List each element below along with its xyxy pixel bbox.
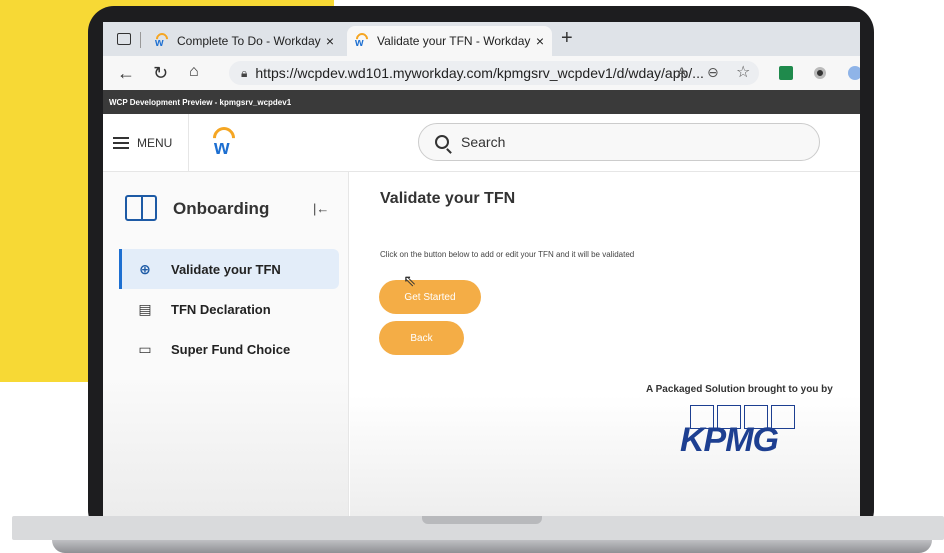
onboarding-badge-icon bbox=[125, 195, 157, 221]
onboarding-sidebar: Onboarding |← ⊕ Validate your TFN ▤ TFN … bbox=[103, 172, 349, 516]
folder-icon: ▭ bbox=[138, 340, 152, 357]
sidebar-title: Onboarding bbox=[173, 199, 270, 218]
workday-logo-icon[interactable]: w bbox=[208, 122, 240, 158]
browser-tab-validate-tfn[interactable]: w Validate your TFN - Workday × bbox=[347, 26, 552, 56]
new-tab-icon[interactable]: + bbox=[561, 27, 573, 50]
url-text: https://wcpdev.wd101.myworkday.com/kpmgs… bbox=[255, 65, 704, 81]
sidebar-item-super-fund-choice[interactable]: ▭ Super Fund Choice bbox=[119, 329, 339, 369]
profile-avatar-icon[interactable] bbox=[848, 66, 860, 80]
packaged-solution-text: A Packaged Solution brought to you by bbox=[646, 384, 833, 395]
laptop-screen: w Complete To Do - Workday × w Validate … bbox=[103, 22, 860, 516]
browser-address-bar: ← ↻ ⌂ 🔒︎ https://wcpdev.wd101.myworkday.… bbox=[103, 56, 860, 90]
search-icon bbox=[435, 135, 449, 149]
browser-tab-bar: w Complete To Do - Workday × w Validate … bbox=[103, 22, 860, 56]
dev-preview-banner: WCP Development Preview - kpmgsrv_wcpdev… bbox=[103, 90, 860, 114]
laptop-notch bbox=[422, 516, 542, 524]
search-placeholder: Search bbox=[461, 134, 506, 150]
close-tab-icon[interactable]: × bbox=[536, 33, 544, 49]
get-started-button[interactable]: Get Started bbox=[379, 280, 481, 314]
kpmg-logo: KPMG bbox=[680, 405, 796, 463]
menu-button[interactable]: MENU bbox=[113, 136, 172, 150]
tab-label: Validate your TFN - Workday bbox=[377, 34, 531, 48]
home-icon[interactable]: ⌂ bbox=[189, 63, 199, 81]
mouse-cursor-icon: ⇖ bbox=[403, 273, 417, 290]
tab-actions-icon[interactable] bbox=[117, 33, 131, 45]
sidebar-item-label: TFN Declaration bbox=[171, 301, 271, 317]
back-arrow-icon[interactable]: ← bbox=[117, 63, 135, 84]
tab-separator bbox=[140, 32, 141, 48]
favorite-star-icon[interactable]: ☆ bbox=[736, 62, 750, 82]
workday-favicon-icon: w bbox=[353, 30, 371, 49]
read-aloud-icon[interactable]: A bbox=[677, 64, 686, 80]
document-icon: ▤ bbox=[138, 300, 152, 317]
sidebar-item-label: Super Fund Choice bbox=[171, 341, 291, 357]
extension-circle-icon[interactable] bbox=[814, 67, 826, 79]
lock-icon: 🔒︎ bbox=[241, 65, 248, 80]
workday-favicon-icon: w bbox=[153, 30, 171, 49]
search-input[interactable]: Search bbox=[418, 123, 820, 161]
instructions-text: Click on the button below to add or edit… bbox=[380, 250, 635, 259]
menu-label: MENU bbox=[137, 136, 173, 150]
back-button[interactable]: Back bbox=[379, 321, 464, 355]
main-content: Validate your TFN Click on the button be… bbox=[350, 172, 860, 516]
zoom-icon[interactable]: ⊖ bbox=[707, 64, 719, 81]
collapse-sidebar-icon[interactable]: |← bbox=[313, 201, 329, 216]
sidebar-item-validate-tfn[interactable]: ⊕ Validate your TFN bbox=[119, 249, 339, 289]
reload-icon[interactable]: ↻ bbox=[153, 63, 168, 84]
laptop-base-bottom bbox=[52, 540, 932, 553]
close-tab-icon[interactable]: × bbox=[326, 33, 334, 49]
sidebar-item-label: Validate your TFN bbox=[171, 261, 281, 277]
page-title: Validate your TFN bbox=[380, 190, 516, 207]
sidebar-item-tfn-declaration[interactable]: ▤ TFN Declaration bbox=[119, 289, 339, 329]
header-divider bbox=[188, 114, 189, 172]
hamburger-icon bbox=[113, 137, 129, 149]
browser-tab-complete-todo[interactable]: w Complete To Do - Workday × bbox=[147, 26, 342, 56]
tab-label: Complete To Do - Workday bbox=[177, 34, 321, 48]
kpmg-logo-text: KPMG bbox=[680, 421, 779, 459]
globe-icon: ⊕ bbox=[139, 260, 151, 277]
workday-header: MENU w Search bbox=[103, 114, 860, 172]
extension-green-icon[interactable] bbox=[779, 66, 793, 80]
